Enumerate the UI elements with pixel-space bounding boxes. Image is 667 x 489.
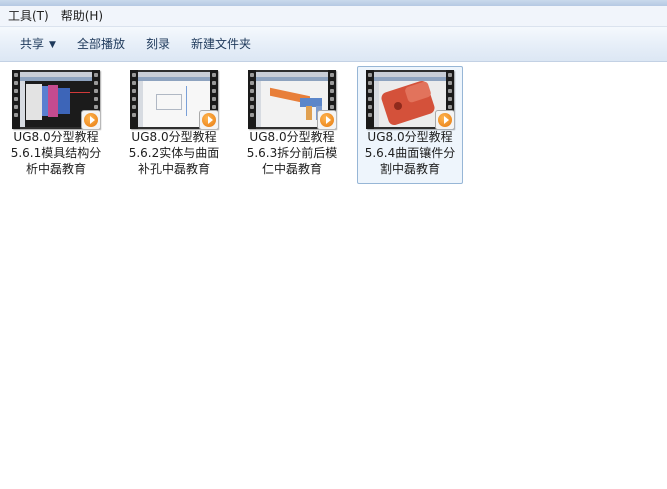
file-name[interactable]: UG8.0分型教程 5.6.2实体与曲面 补孔中磊教育 xyxy=(124,129,224,177)
file-name[interactable]: UG8.0分型教程 5.6.1模具结构分 析中磊教育 xyxy=(6,129,106,177)
video-thumbnail[interactable] xyxy=(130,70,218,129)
film-sprocket-left xyxy=(130,70,138,129)
video-thumbnail[interactable] xyxy=(366,70,454,129)
file-item[interactable]: UG8.0分型教程 5.6.1模具结构分 析中磊教育 xyxy=(3,66,109,184)
file-item[interactable]: UG8.0分型教程 5.6.3拆分前后模 仁中磊教育 xyxy=(239,66,345,184)
file-name[interactable]: UG8.0分型教程 5.6.3拆分前后模 仁中磊教育 xyxy=(242,129,342,177)
share-button[interactable]: 共享 ▼ xyxy=(11,33,65,55)
command-bar: 共享 ▼ 全部播放 刻录 新建文件夹 xyxy=(0,27,667,62)
film-sprocket-left xyxy=(248,70,256,129)
video-play-badge-icon xyxy=(317,110,336,129)
menu-help[interactable]: 帮助(H) xyxy=(55,7,109,25)
file-name[interactable]: UG8.0分型教程 5.6.4曲面镶件分 割中磊教育 xyxy=(360,129,460,177)
file-item[interactable]: UG8.0分型教程 5.6.2实体与曲面 补孔中磊教育 xyxy=(121,66,227,184)
video-thumbnail[interactable] xyxy=(248,70,336,129)
video-play-badge-icon xyxy=(199,110,218,129)
menu-bar: 工具(T) 帮助(H) xyxy=(0,6,667,27)
menu-tools[interactable]: 工具(T) xyxy=(2,7,55,25)
file-view[interactable]: UG8.0分型教程 5.6.1模具结构分 析中磊教育 UG8.0分型教程 5.6… xyxy=(0,62,667,489)
dropdown-arrow-icon: ▼ xyxy=(49,40,56,50)
film-sprocket-left xyxy=(366,70,374,129)
video-play-badge-icon xyxy=(81,110,100,129)
file-item[interactable]: UG8.0分型教程 5.6.4曲面镶件分 割中磊教育 xyxy=(357,66,463,184)
share-button-label: 共享 xyxy=(20,37,45,51)
video-play-badge-icon xyxy=(435,110,454,129)
burn-button[interactable]: 刻录 xyxy=(137,33,179,55)
play-all-button[interactable]: 全部播放 xyxy=(68,33,134,55)
video-thumbnail[interactable] xyxy=(12,70,100,129)
new-folder-button[interactable]: 新建文件夹 xyxy=(182,33,260,55)
film-sprocket-left xyxy=(12,70,20,129)
